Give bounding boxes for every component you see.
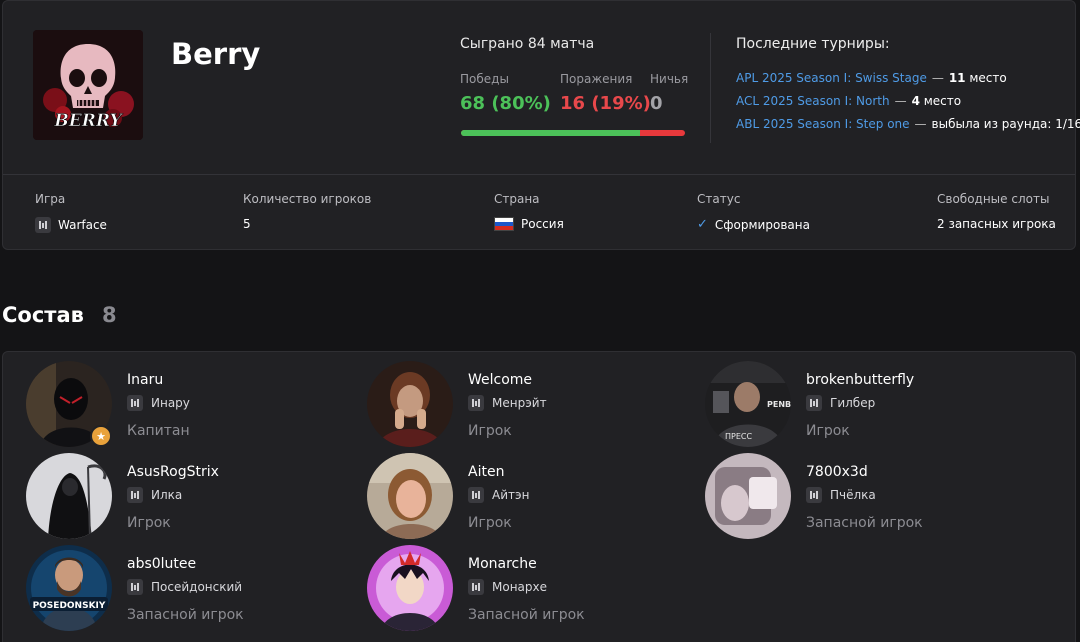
member-nickname[interactable]: 7800x3d	[806, 464, 868, 480]
tournament-link[interactable]: ABL 2025 Season I: Step one	[736, 117, 910, 131]
member-role: Игрок	[127, 515, 171, 531]
warface-icon	[127, 579, 143, 595]
member-nickname[interactable]: Inaru	[127, 372, 163, 388]
slots-value: 2 запасных игрока	[937, 217, 1056, 231]
avatar[interactable]	[26, 453, 112, 539]
warface-icon	[468, 487, 484, 503]
member-role: Игрок	[468, 515, 512, 531]
avatar[interactable]: POSEDONSKIY	[26, 545, 112, 631]
players-value: 5	[243, 217, 251, 231]
member-role: Игрок	[468, 423, 512, 439]
member-nickname[interactable]: Welcome	[468, 372, 532, 388]
member-game-nick: Илка	[127, 487, 182, 503]
member-game-nick: Гилбер	[806, 395, 875, 411]
member-card[interactable]: Welcome Менрэйт Игрок	[367, 361, 687, 447]
member-game-nick: Монархе	[468, 579, 547, 595]
member-game-nick: Менрэйт	[468, 395, 547, 411]
wins-label: Победы	[460, 72, 509, 86]
team-card: BERRY Berry Сыграно 84 матча Победы Пора…	[2, 0, 1080, 250]
players-label: Количество игроков	[243, 192, 372, 206]
warface-icon	[35, 217, 51, 233]
warface-icon	[468, 395, 484, 411]
member-game-nick: Пчёлка	[806, 487, 876, 503]
member-game-nick: Инару	[127, 395, 190, 411]
member-card[interactable]: Monarche Монархе Запасной игрок	[367, 545, 687, 631]
draws-value: 0	[650, 93, 663, 114]
warface-icon	[806, 487, 822, 503]
svg-text:PENBO: PENBO	[767, 400, 791, 409]
tournament-row: ACL 2025 Season I: North —4 место	[736, 94, 962, 108]
warface-icon	[806, 395, 822, 411]
member-card[interactable]: 7800x3d Пчёлка Запасной игрок	[705, 453, 1025, 539]
team-logo: BERRY	[33, 30, 143, 140]
member-nickname[interactable]: AsusRogStrix	[127, 464, 219, 480]
svg-text:POSEDONSKIY: POSEDONSKIY	[33, 601, 106, 611]
country-value: Россия	[494, 217, 564, 231]
russia-flag-icon	[494, 217, 514, 231]
country-label: Страна	[494, 192, 540, 206]
member-role: Запасной игрок	[127, 607, 244, 623]
avatar[interactable]: PENBO ПРЕСС	[705, 361, 791, 447]
svg-text:ПРЕСС: ПРЕСС	[725, 432, 752, 441]
member-game-nick: Айтэн	[468, 487, 529, 503]
member-role: Игрок	[806, 423, 850, 439]
member-card[interactable]: AsusRogStrix Илка Игрок	[26, 453, 346, 539]
warface-icon	[468, 579, 484, 595]
game-value: Warface	[35, 217, 107, 233]
roster-count: 8	[102, 303, 117, 327]
slots-label: Свободные слоты	[937, 192, 1050, 206]
team-name: Berry	[171, 37, 261, 71]
losses-label: Поражения	[560, 72, 633, 86]
tournament-row: ABL 2025 Season I: Step one — выбыла из ра…	[736, 117, 1080, 131]
win-loss-bar	[461, 130, 685, 136]
card-divider	[3, 174, 1075, 175]
member-role: Запасной игрок	[806, 515, 923, 531]
status-label: Статус	[697, 192, 741, 206]
member-role: Запасной игрок	[468, 607, 585, 623]
member-card[interactable]: PENBO ПРЕСС brokenbutterfly Гилбер Игрок	[705, 361, 1025, 447]
tournament-link[interactable]: ACL 2025 Season I: North	[736, 94, 890, 108]
member-game-nick: Посейдонский	[127, 579, 242, 595]
member-card[interactable]: ★ Inaru Инару Капитан	[26, 361, 346, 447]
avatar[interactable]	[705, 453, 791, 539]
roster-title: Состав	[2, 303, 84, 327]
check-icon: ✓	[697, 217, 708, 232]
member-role: Капитан	[127, 423, 190, 439]
member-nickname[interactable]: abs0lutee	[127, 556, 196, 572]
svg-text:BERRY: BERRY	[53, 111, 123, 131]
status-value: ✓ Сформирована	[697, 217, 810, 232]
tournament-link[interactable]: APL 2025 Season I: Swiss Stage	[736, 71, 927, 85]
member-nickname[interactable]: brokenbutterfly	[806, 372, 914, 388]
draws-label: Ничья	[650, 72, 689, 86]
warface-icon	[127, 487, 143, 503]
member-card[interactable]: POSEDONSKIY abs0lutee Посейдонский Запас…	[26, 545, 346, 631]
avatar[interactable]	[367, 545, 453, 631]
losses-value: 16 (19%)	[560, 93, 651, 114]
member-nickname[interactable]: Monarche	[468, 556, 537, 572]
member-card[interactable]: Aiten Айтэн Игрок	[367, 453, 687, 539]
avatar[interactable]	[367, 361, 453, 447]
tournament-row: APL 2025 Season I: Swiss Stage —11 место	[736, 71, 1007, 85]
wins-value: 68 (80%)	[460, 93, 551, 114]
game-label: Игра	[35, 192, 66, 206]
tournaments-title: Последние турниры:	[736, 36, 890, 52]
member-nickname[interactable]: Aiten	[468, 464, 504, 480]
captain-star-icon: ★	[90, 425, 112, 447]
vertical-divider	[710, 33, 711, 143]
roster-panel: ★ Inaru Инару Капитан Welcome Менрэйт Иг…	[2, 351, 1076, 642]
warface-icon	[127, 395, 143, 411]
avatar[interactable]	[367, 453, 453, 539]
win-fill	[461, 130, 641, 136]
matches-played: Сыграно 84 матча	[460, 36, 595, 52]
